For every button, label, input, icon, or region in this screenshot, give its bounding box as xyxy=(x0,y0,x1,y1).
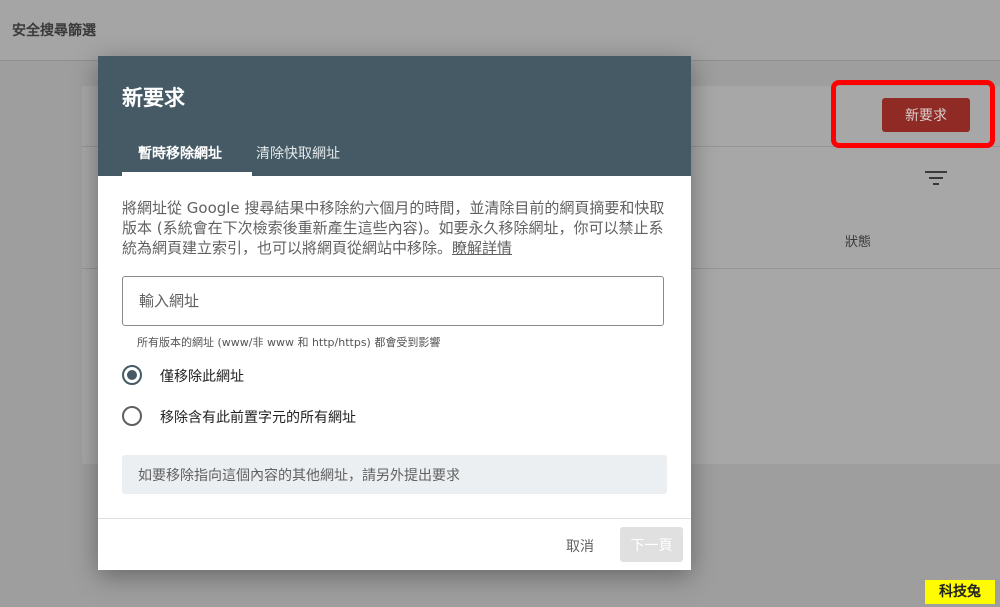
tab-clear-cached-url[interactable]: 清除快取網址 xyxy=(256,143,340,163)
info-notice: 如要移除指向這個內容的其他網址，請另外提出要求 xyxy=(122,455,667,494)
status-column-header: 狀態 xyxy=(845,235,872,250)
radio-unchecked-icon[interactable] xyxy=(122,406,142,426)
footer-divider xyxy=(98,518,691,519)
url-hint: 所有版本的網址 (www/非 www 和 http/https) 都會受到影響 xyxy=(137,336,441,349)
radio-label: 僅移除此網址 xyxy=(160,369,244,385)
radio-label: 移除含有此前置字元的所有網址 xyxy=(160,410,356,426)
description-text: 將網址從 Google 搜尋結果中移除約六個月的時間，並清除目前的網頁摘要和快取… xyxy=(122,199,665,257)
active-tab-indicator xyxy=(122,172,252,176)
new-request-dialog: 新要求 暫時移除網址 清除快取網址 將網址從 Google 搜尋結果中移除約六個… xyxy=(98,56,691,570)
url-input[interactable] xyxy=(122,276,664,326)
radio-checked-icon[interactable] xyxy=(122,365,142,385)
tab-temporarily-remove-url[interactable]: 暫時移除網址 xyxy=(138,143,222,163)
page-title: 安全搜尋篩選 xyxy=(12,23,96,39)
dialog-title: 新要求 xyxy=(122,86,185,110)
watermark: 科技兔 xyxy=(925,580,995,604)
next-button[interactable]: 下一頁 xyxy=(620,527,683,562)
cancel-button[interactable]: 取消 xyxy=(550,531,610,561)
dialog-description: 將網址從 Google 搜尋結果中移除約六個月的時間，並清除目前的網頁摘要和快取… xyxy=(122,198,668,258)
page-header: 安全搜尋篩選 xyxy=(0,0,1000,61)
highlight-annotation xyxy=(831,80,995,148)
dialog-header: 新要求 暫時移除網址 清除快取網址 xyxy=(98,56,691,176)
learn-more-link[interactable]: 瞭解詳情 xyxy=(452,239,512,257)
filter-icon[interactable] xyxy=(925,170,947,186)
